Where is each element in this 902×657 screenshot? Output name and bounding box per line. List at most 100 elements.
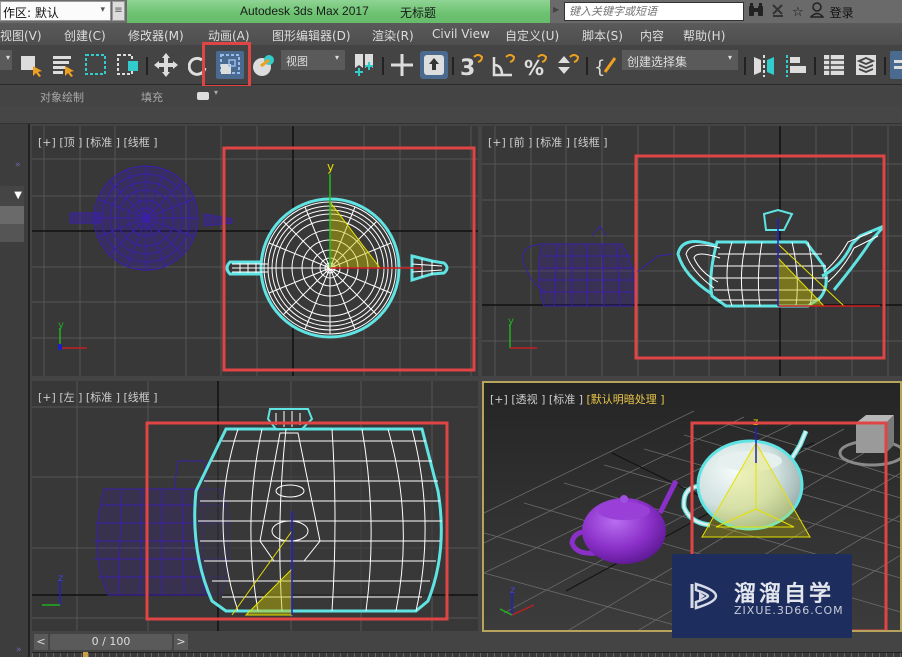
menu-modifiers[interactable]: 修改器(M) bbox=[128, 27, 184, 44]
menu-create[interactable]: 创建(C) bbox=[64, 27, 106, 44]
select-by-name-button[interactable] bbox=[50, 51, 78, 79]
pivot-center-icon bbox=[355, 54, 373, 76]
select-manipulate-button[interactable] bbox=[388, 51, 416, 79]
named-selection-set-value: 创建选择集 bbox=[627, 55, 688, 69]
binoculars-icon[interactable] bbox=[748, 3, 764, 21]
snap-button[interactable] bbox=[250, 51, 278, 79]
align-button[interactable] bbox=[782, 51, 810, 79]
named-selection-set-dropdown[interactable]: 创建选择集 ▾ bbox=[622, 50, 738, 70]
viewport-view-name[interactable]: [顶 ] bbox=[59, 136, 82, 149]
angle-snap-toggle[interactable] bbox=[490, 51, 518, 79]
star-icon[interactable]: ☆ bbox=[792, 5, 804, 20]
svg-text:z: z bbox=[510, 585, 515, 596]
panel-item[interactable] bbox=[0, 206, 24, 224]
scene-explorer-button[interactable] bbox=[820, 51, 848, 79]
tool-highlight-box bbox=[202, 42, 251, 88]
panel-dropdown[interactable]: ▼ bbox=[0, 186, 24, 206]
select-object-button[interactable] bbox=[18, 51, 46, 79]
move-icon bbox=[154, 53, 178, 77]
viewport-front[interactable]: y [+] [前 ] [标准 ] [线框 ] bbox=[482, 126, 902, 376]
search-input[interactable] bbox=[564, 2, 744, 21]
viewport-view-name[interactable]: [前 ] bbox=[509, 136, 532, 149]
axis-tripod: z bbox=[42, 573, 63, 606]
workspace-label: 作区: 默认 bbox=[3, 6, 59, 20]
toolbar-left-dropdown[interactable]: ▾ bbox=[0, 50, 12, 70]
menu-customize[interactable]: 自定义(U) bbox=[505, 27, 559, 44]
expand-arrow-icon[interactable]: ▶ bbox=[553, 5, 559, 14]
time-next-button[interactable]: > bbox=[174, 634, 188, 650]
window-crossing-button[interactable] bbox=[114, 51, 142, 79]
reference-coord-dropdown[interactable]: 视图 ▾ bbox=[281, 50, 345, 70]
viewport-menu[interactable]: [+] bbox=[38, 136, 56, 149]
viewport-view-name[interactable]: [左 ] bbox=[59, 391, 82, 404]
viewport-view-name[interactable]: [透视 ] bbox=[511, 393, 545, 406]
toggle-ribbon-button[interactable] bbox=[890, 51, 902, 79]
viewport-render-mode[interactable]: [默认明暗处理 ] bbox=[587, 393, 665, 406]
ribbon-tab-populate[interactable]: 填充 bbox=[141, 89, 163, 105]
viewport-shading-mode[interactable]: [标准 ] bbox=[86, 136, 120, 149]
svg-text:z: z bbox=[58, 573, 63, 584]
viewport-top[interactable]: y y [+] [顶 ] [标准 ] [线框 ] bbox=[32, 126, 478, 376]
viewport-render-mode[interactable]: [线框 ] bbox=[574, 136, 608, 149]
window-crossing-icon bbox=[117, 54, 138, 75]
rectangle-selection-icon bbox=[85, 54, 106, 75]
viewport-menu[interactable]: [+] bbox=[38, 391, 56, 404]
viewport-label[interactable]: [+] [顶 ] [标准 ] [线框 ] bbox=[38, 134, 158, 150]
time-prev-button[interactable]: < bbox=[34, 634, 48, 650]
watermark-url: ZIXUE.3D66.COM bbox=[734, 604, 844, 617]
menu-help[interactable]: 帮助(H) bbox=[683, 27, 725, 44]
viewport-render-mode[interactable]: [线框 ] bbox=[124, 136, 158, 149]
title-icons: ☆ 登录 bbox=[748, 2, 854, 22]
quick-access-menu-button[interactable]: ≡ bbox=[112, 1, 125, 21]
current-frame-marker[interactable] bbox=[83, 652, 88, 657]
svg-text:3: 3 bbox=[460, 56, 475, 79]
chevron-down-icon: ▾ bbox=[334, 53, 339, 62]
track-bar[interactable] bbox=[32, 652, 902, 657]
panel-item[interactable] bbox=[0, 224, 24, 242]
snaps-toggle-3d[interactable]: 3 bbox=[458, 51, 486, 79]
viewport-menu[interactable]: [+] bbox=[490, 393, 508, 406]
menu-rendering[interactable]: 渲染(R) bbox=[372, 27, 414, 44]
viewport-left[interactable]: z [+] [左 ] [标准 ] [线框 ] bbox=[32, 381, 478, 631]
menu-civil-view[interactable]: Civil View bbox=[432, 27, 490, 41]
time-slider[interactable]: 0 / 100 bbox=[50, 634, 172, 650]
menu-content[interactable]: 内容 bbox=[640, 27, 664, 44]
snap-3d-icon: 3 bbox=[460, 54, 484, 79]
edit-named-selection-button[interactable]: { bbox=[592, 51, 620, 79]
viewport-label[interactable]: [+] [左 ] [标准 ] [线框 ] bbox=[38, 389, 158, 405]
percent-snap-toggle[interactable]: % bbox=[522, 51, 550, 79]
pivot-center-button[interactable] bbox=[350, 51, 378, 79]
login-link[interactable]: 登录 bbox=[830, 4, 854, 21]
main-toolbar: ▾ 视图 ▾ 3 % {创建选择集 ▾ bbox=[0, 45, 902, 85]
viewport-label[interactable]: [+] [前 ] [标准 ] [线框 ] bbox=[488, 134, 608, 150]
rectangular-selection-button[interactable] bbox=[82, 51, 110, 79]
toolbar-divider bbox=[452, 57, 454, 75]
viewport-shading-mode[interactable]: [标准 ] bbox=[86, 391, 120, 404]
workspace-select[interactable]: 作区: 默认 ▾ bbox=[0, 1, 111, 21]
viewport-shading-mode[interactable]: [标准 ] bbox=[536, 136, 570, 149]
title-bar: 作区: 默认 ▾ ≡ Autodesk 3ds Max 2017 无标题 ▶ ☆… bbox=[0, 0, 902, 23]
ribbon-tab-object-paint[interactable]: 对象绘制 bbox=[40, 89, 84, 105]
align-icon bbox=[786, 55, 806, 77]
expand-chevron-icon[interactable]: » bbox=[16, 645, 22, 655]
viewport-label[interactable]: [+] [透视 ] [标准 ] [默认明暗处理 ] bbox=[490, 391, 665, 407]
menu-scripting[interactable]: 脚本(S) bbox=[582, 27, 623, 44]
teapot-wire-unselected bbox=[522, 225, 673, 307]
chevron-down-icon[interactable]: ▾ bbox=[214, 88, 218, 97]
user-icon[interactable] bbox=[809, 2, 825, 22]
menu-graph-editors[interactable]: 图形编辑器(D) bbox=[272, 27, 351, 44]
mirror-button[interactable] bbox=[750, 51, 778, 79]
move-button[interactable] bbox=[152, 51, 180, 79]
viewport-shading-mode[interactable]: [标准 ] bbox=[549, 393, 583, 406]
menu-view[interactable]: 视图(V) bbox=[0, 27, 42, 44]
expand-chevron-icon[interactable]: » bbox=[15, 160, 21, 170]
spinner-snap-toggle[interactable] bbox=[554, 51, 582, 79]
layer-explorer-button[interactable] bbox=[852, 51, 880, 79]
satellite-icon[interactable] bbox=[770, 2, 786, 22]
ribbon-options-button[interactable] bbox=[197, 92, 209, 100]
teapot-wire-selected: y bbox=[225, 160, 449, 339]
viewport-menu[interactable]: [+] bbox=[488, 136, 506, 149]
svg-text:y: y bbox=[508, 316, 514, 327]
viewport-render-mode[interactable]: [线框 ] bbox=[124, 391, 158, 404]
keyboard-shortcut-toggle[interactable] bbox=[420, 51, 448, 79]
